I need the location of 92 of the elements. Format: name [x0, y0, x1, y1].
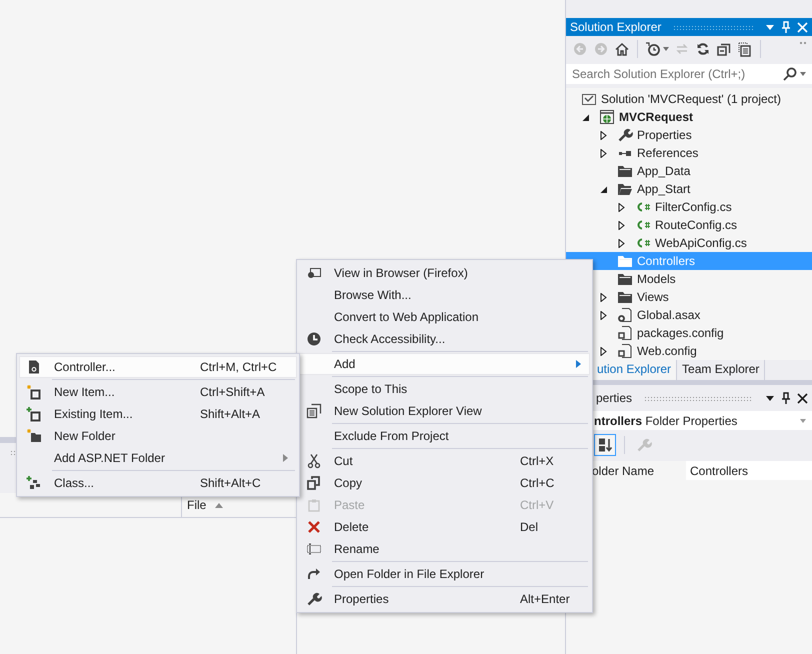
- menu-item[interactable]: Copy Ctrl+C: [299, 472, 590, 494]
- shortcut-label: Ctrl+M, Ctrl+C: [200, 360, 277, 374]
- expander-icon[interactable]: [617, 238, 626, 248]
- shortcut-label: Shift+Alt+C: [200, 476, 261, 490]
- menu-item[interactable]: Controller... Ctrl+M, Ctrl+C: [19, 356, 297, 378]
- close-icon[interactable]: [797, 392, 808, 404]
- open-folder-icon: [617, 181, 633, 197]
- scissors-icon: [306, 453, 322, 469]
- expander-icon[interactable]: [617, 202, 626, 212]
- panel-title: perties: [596, 391, 632, 405]
- sort-arrow-icon: [214, 500, 224, 510]
- tree-item[interactable]: Solution 'MVCRequest' (1 project): [566, 90, 812, 108]
- shortcut-label: Ctrl+C: [520, 476, 554, 490]
- shortcut-label: Del: [520, 520, 538, 534]
- caret-icon[interactable]: [663, 47, 669, 51]
- new-folder-icon: [26, 428, 42, 444]
- menu-item[interactable]: Delete Del: [299, 516, 590, 538]
- menu-item[interactable]: Properties Alt+Enter: [299, 588, 590, 610]
- curved-arrow-icon: [306, 566, 322, 582]
- expander-icon[interactable]: [599, 346, 608, 356]
- drag-grip[interactable]: [644, 396, 753, 400]
- menu-item[interactable]: Open Folder in File Explorer: [299, 563, 590, 585]
- config-file-icon: [617, 325, 633, 341]
- property-value[interactable]: Controllers: [686, 461, 812, 480]
- class-icon: [26, 475, 42, 491]
- menu-item[interactable]: Existing Item... Shift+Alt+A: [19, 403, 297, 425]
- tree-item[interactable]: FilterConfig.cs: [566, 198, 812, 216]
- cross-icon: [306, 519, 322, 535]
- menu-item[interactable]: New Folder: [19, 425, 297, 447]
- property-name: older Name: [591, 464, 656, 478]
- document-icon: [26, 359, 42, 375]
- caret-icon[interactable]: [800, 72, 806, 76]
- menu-item[interactable]: Scope to This: [299, 378, 590, 400]
- drag-grip[interactable]: [673, 24, 753, 30]
- config-file-icon: [617, 343, 633, 359]
- tree-item[interactable]: App_Data: [566, 162, 812, 180]
- window-icon: [306, 265, 322, 281]
- expander-icon[interactable]: [599, 148, 608, 158]
- tree-item[interactable]: Properties: [566, 126, 812, 144]
- expander-icon[interactable]: [599, 292, 608, 302]
- collapse-all-icon[interactable]: [716, 41, 732, 57]
- add-item-icon: [26, 406, 42, 422]
- refresh-icon[interactable]: [695, 41, 711, 57]
- wrench-icon: [617, 127, 633, 143]
- toolbar-button[interactable]: [594, 434, 616, 456]
- windows-icon: [306, 403, 322, 419]
- clock-icon: [306, 331, 322, 347]
- menu-item[interactable]: Class... Shift+Alt+C: [19, 472, 297, 494]
- folder-icon: [617, 289, 633, 305]
- expander-icon[interactable]: [617, 220, 626, 230]
- panel-tab[interactable]: ution Explorer: [592, 360, 678, 380]
- shortcut-label: Ctrl+X: [520, 454, 554, 468]
- shortcut-label: Shift+Alt+A: [200, 407, 260, 421]
- folder-icon: [617, 163, 633, 179]
- shortcut-label: Ctrl+V: [520, 498, 554, 512]
- menu-item[interactable]: Rename: [299, 538, 590, 560]
- new-item-icon: [26, 384, 42, 400]
- menu-item[interactable]: Add: [299, 353, 590, 375]
- web-project-icon: [599, 109, 615, 125]
- expander-icon[interactable]: [599, 184, 608, 194]
- search-field[interactable]: Search Solution Explorer (Ctrl+;): [566, 64, 812, 84]
- tree-item[interactable]: MVCRequest: [566, 108, 812, 126]
- expander-icon[interactable]: [599, 130, 608, 140]
- tree-item[interactable]: WebApiConfig.cs: [566, 234, 812, 252]
- show-all-files-icon[interactable]: [737, 41, 753, 57]
- shortcut-label: Ctrl+Shift+A: [200, 385, 265, 399]
- tree-item[interactable]: App_Start: [566, 180, 812, 198]
- tree-item[interactable]: RouteConfig.cs: [566, 216, 812, 234]
- wrench-icon: [306, 591, 322, 607]
- tree-item[interactable]: References: [566, 144, 812, 162]
- text-box-icon: [306, 541, 322, 557]
- clock-icon[interactable]: [645, 41, 661, 57]
- shortcut-label: Alt+Enter: [520, 592, 570, 606]
- panel-title: Solution Explorer: [570, 20, 662, 34]
- expander-icon[interactable]: [599, 310, 608, 320]
- menu-item[interactable]: Cut Ctrl+X: [299, 450, 590, 472]
- clipboard-icon: [306, 497, 322, 513]
- solution-icon: [581, 91, 597, 107]
- wrench-icon: [636, 437, 652, 453]
- pin-icon[interactable]: [781, 392, 791, 404]
- menu-item[interactable]: New Item... Ctrl+Shift+A: [19, 381, 297, 403]
- dropdown-icon[interactable]: [765, 393, 775, 403]
- home-icon[interactable]: [614, 41, 630, 57]
- alphabetical-sort-icon: [597, 437, 613, 453]
- caret-icon[interactable]: [800, 419, 806, 423]
- expander-icon[interactable]: [581, 112, 590, 122]
- folder-icon: [617, 271, 633, 287]
- folder-icon: [617, 253, 633, 269]
- copy-icon: [306, 475, 322, 491]
- gear-document-icon: [617, 307, 633, 323]
- search-icon[interactable]: [783, 67, 797, 81]
- menu-item[interactable]: Add ASP.NET Folder: [19, 447, 297, 469]
